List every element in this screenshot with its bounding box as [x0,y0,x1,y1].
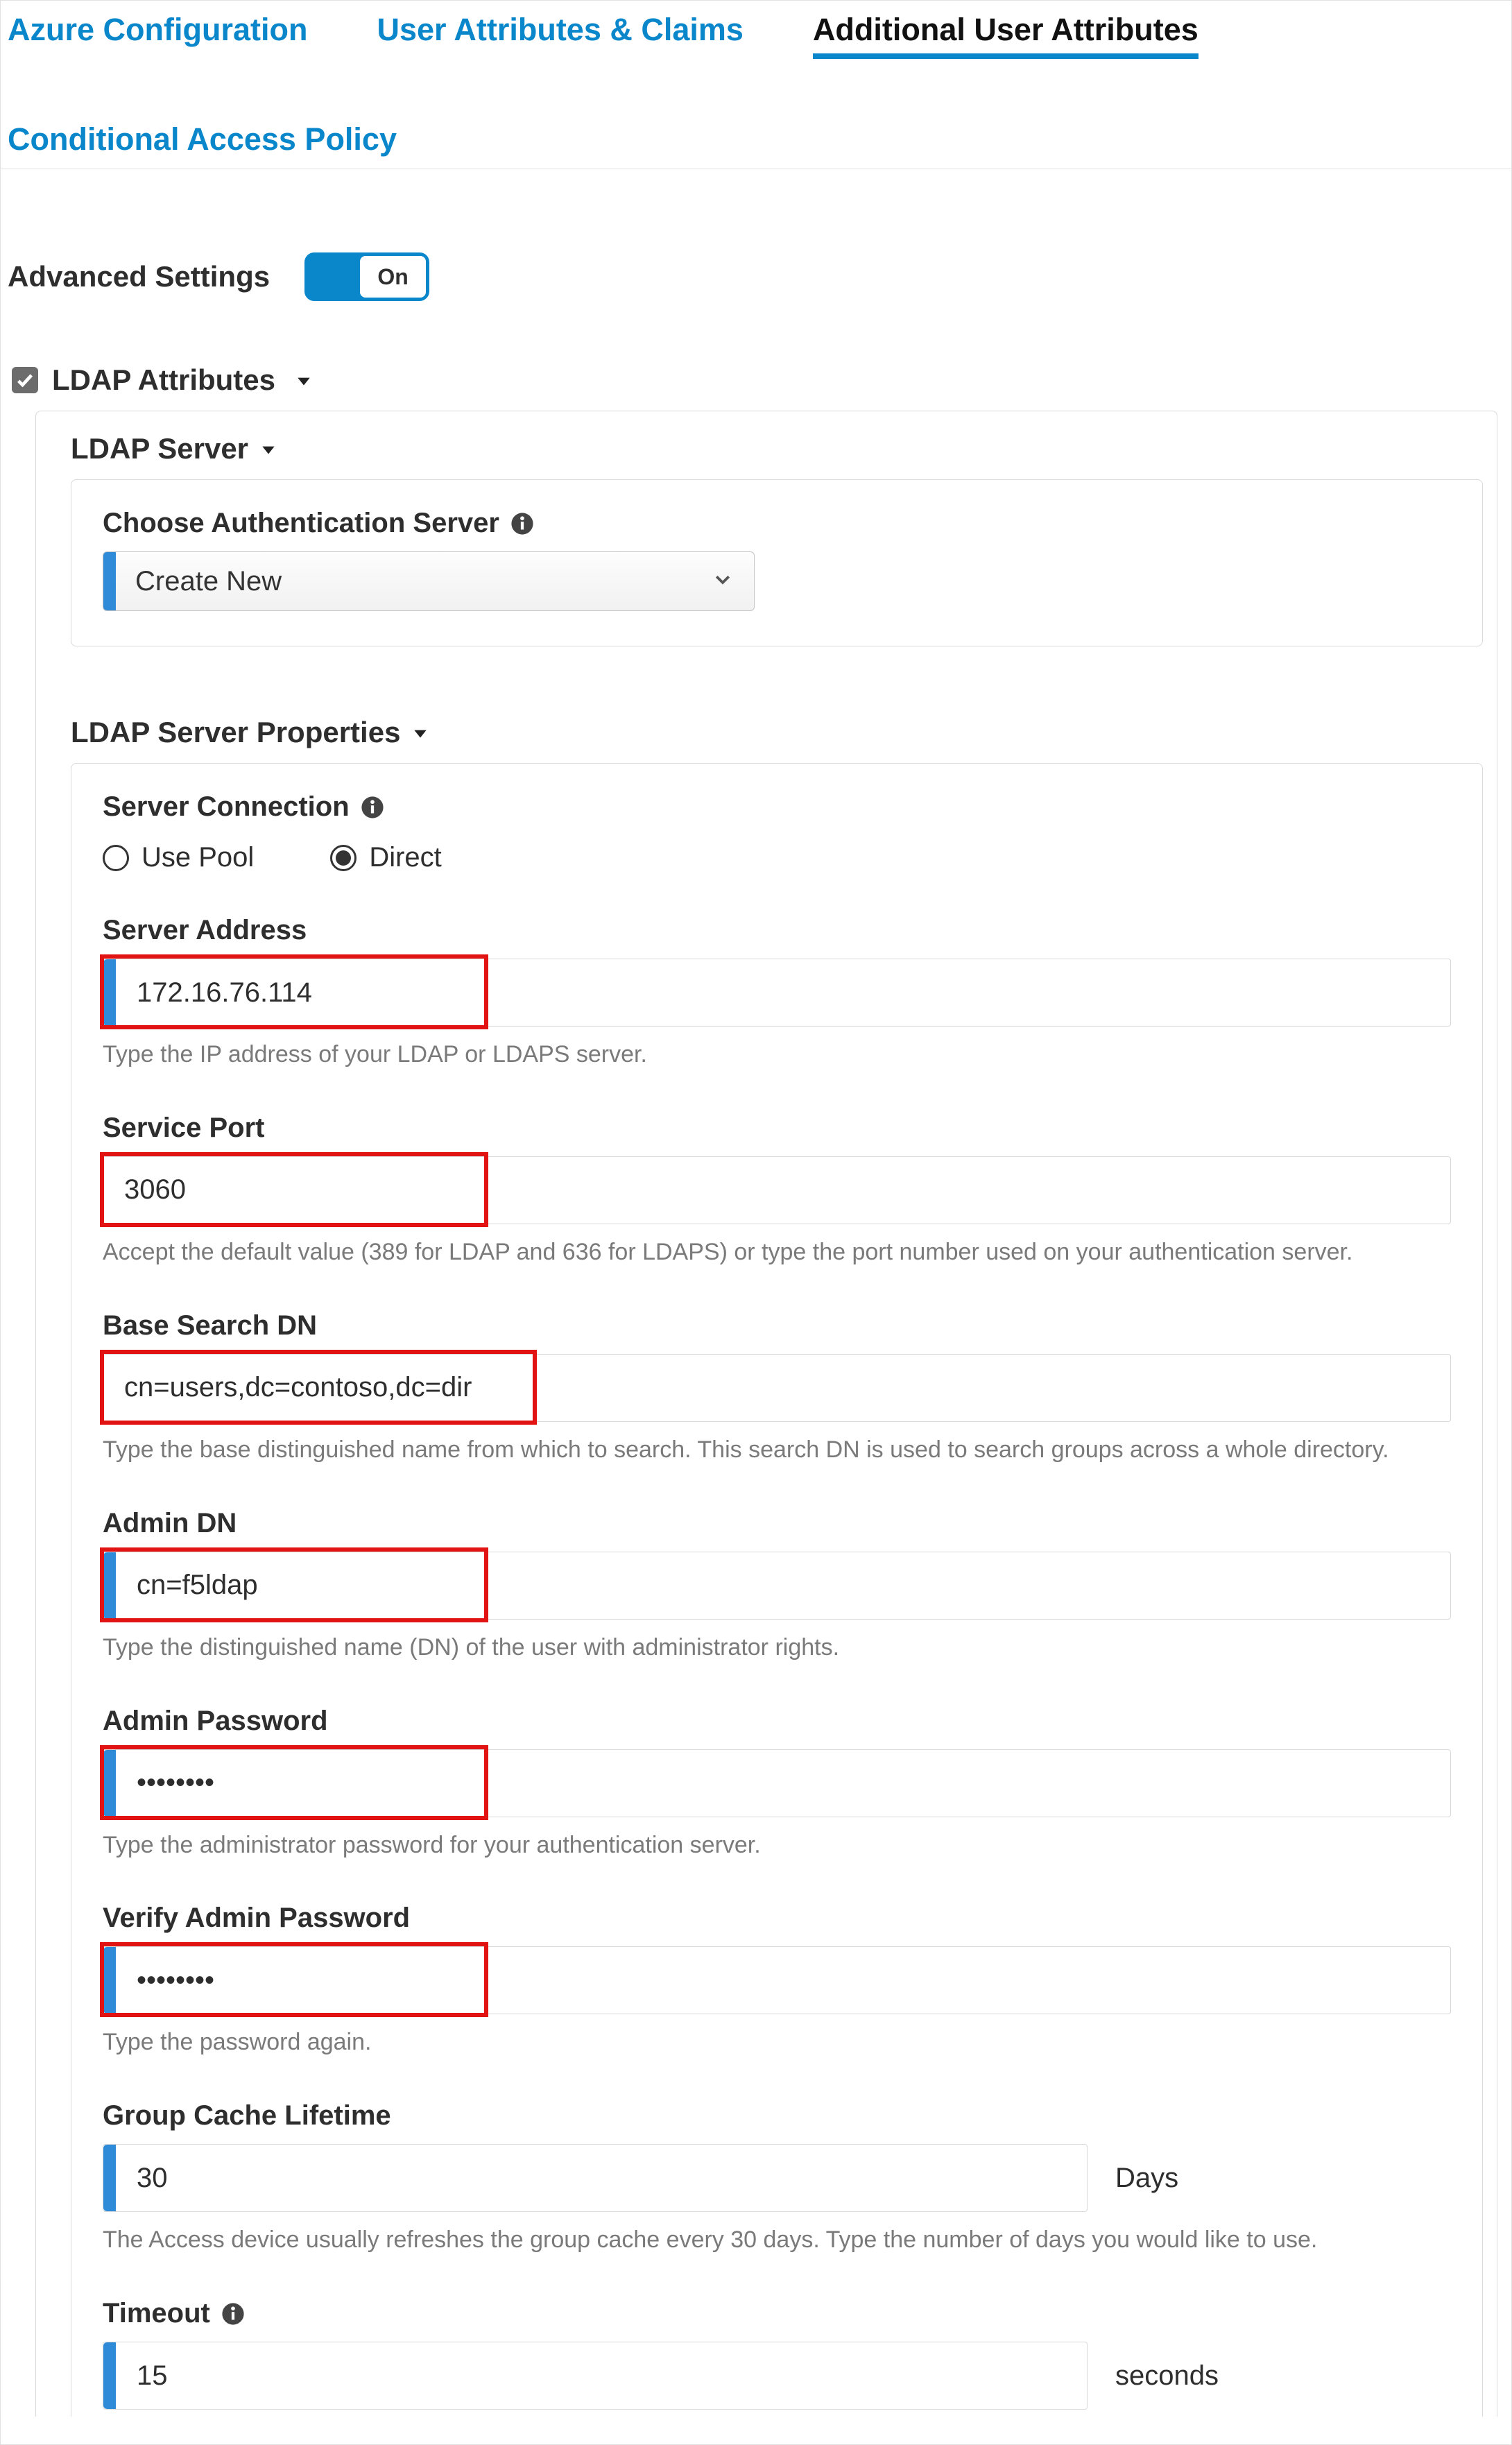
choose-auth-server-select[interactable]: Create New [103,551,755,611]
info-icon[interactable] [221,2302,245,2326]
base-search-dn-input[interactable]: cn=users,dc=contoso,dc=dir [103,1354,1451,1422]
admin-password-hint: Type the administrator password for your… [103,1817,1451,1862]
server-connection-label: Server Connection [103,791,350,823]
select-value: Create New [116,566,282,597]
ldap-server-properties-header[interactable]: LDAP Server Properties [71,709,1483,763]
base-search-dn-label: Base Search DN [103,1310,1451,1354]
verify-admin-password-input[interactable]: •••••••• [103,1946,1451,2014]
caret-down-icon [295,363,313,397]
ldap-server-properties-panel: Server Connection Use Pool Direct [71,763,1483,2417]
tab-additional-user-attributes[interactable]: Additional User Attributes [813,12,1199,59]
caret-down-icon [259,432,277,465]
ldap-server-panel: Choose Authentication Server Create New [71,479,1483,646]
server-connection-direct-radio[interactable]: Direct [330,842,441,873]
server-address-label: Server Address [103,915,1451,959]
toggle-state-text: On [377,264,408,290]
tab-user-attributes-claims[interactable]: User Attributes & Claims [377,12,743,59]
advanced-settings-label: Advanced Settings [8,260,270,293]
info-icon[interactable] [510,512,534,535]
service-port-hint: Accept the default value (389 for LDAP a… [103,1224,1451,1269]
advanced-settings-toggle[interactable]: On [304,252,429,301]
admin-password-input[interactable]: •••••••• [103,1749,1451,1817]
server-address-input[interactable]: 172.16.76.114 [103,959,1451,1027]
admin-dn-label: Admin DN [103,1508,1451,1552]
verify-admin-password-label: Verify Admin Password [103,1903,1451,1946]
timeout-input[interactable]: 15 [103,2342,1088,2410]
group-cache-lifetime-input[interactable]: 30 [103,2144,1088,2212]
verify-admin-password-hint: Type the password again. [103,2014,1451,2059]
base-search-dn-hint: Type the base distinguished name from wh… [103,1422,1451,1466]
service-port-input[interactable]: 3060 [103,1156,1451,1224]
server-address-hint: Type the IP address of your LDAP or LDAP… [103,1027,1451,1071]
choose-auth-server-label: Choose Authentication Server [103,508,499,539]
group-cache-lifetime-label: Group Cache Lifetime [103,2100,1451,2144]
tab-conditional-access-policy[interactable]: Conditional Access Policy [8,114,397,163]
required-indicator [103,552,116,610]
ldap-server-header[interactable]: LDAP Server [71,425,1483,479]
server-connection-use-pool-radio[interactable]: Use Pool [103,842,254,873]
admin-dn-input[interactable]: cn=f5ldap [103,1552,1451,1620]
admin-password-label: Admin Password [103,1706,1451,1749]
caret-down-icon [411,716,429,749]
required-indicator [103,959,116,1026]
chevron-down-icon [712,567,733,596]
info-icon[interactable] [361,796,384,819]
required-indicator [103,2145,116,2211]
required-indicator [103,1947,116,2014]
group-cache-lifetime-hint: The Access device usually refreshes the … [103,2212,1451,2256]
timeout-unit: seconds [1115,2360,1219,2392]
required-indicator [103,2342,116,2409]
required-indicator [103,1552,116,1619]
required-indicator [103,1750,116,1817]
tab-bar: Azure Configuration User Attributes & Cl… [1,1,1511,169]
tab-azure-configuration[interactable]: Azure Configuration [8,12,307,59]
timeout-label: Timeout [103,2298,210,2329]
ldap-attributes-checkbox[interactable] [12,367,38,393]
group-cache-lifetime-unit: Days [1115,2163,1178,2194]
admin-dn-hint: Type the distinguished name (DN) of the … [103,1620,1451,1664]
service-port-label: Service Port [103,1113,1451,1156]
ldap-attributes-header[interactable]: LDAP Attributes [52,363,275,397]
